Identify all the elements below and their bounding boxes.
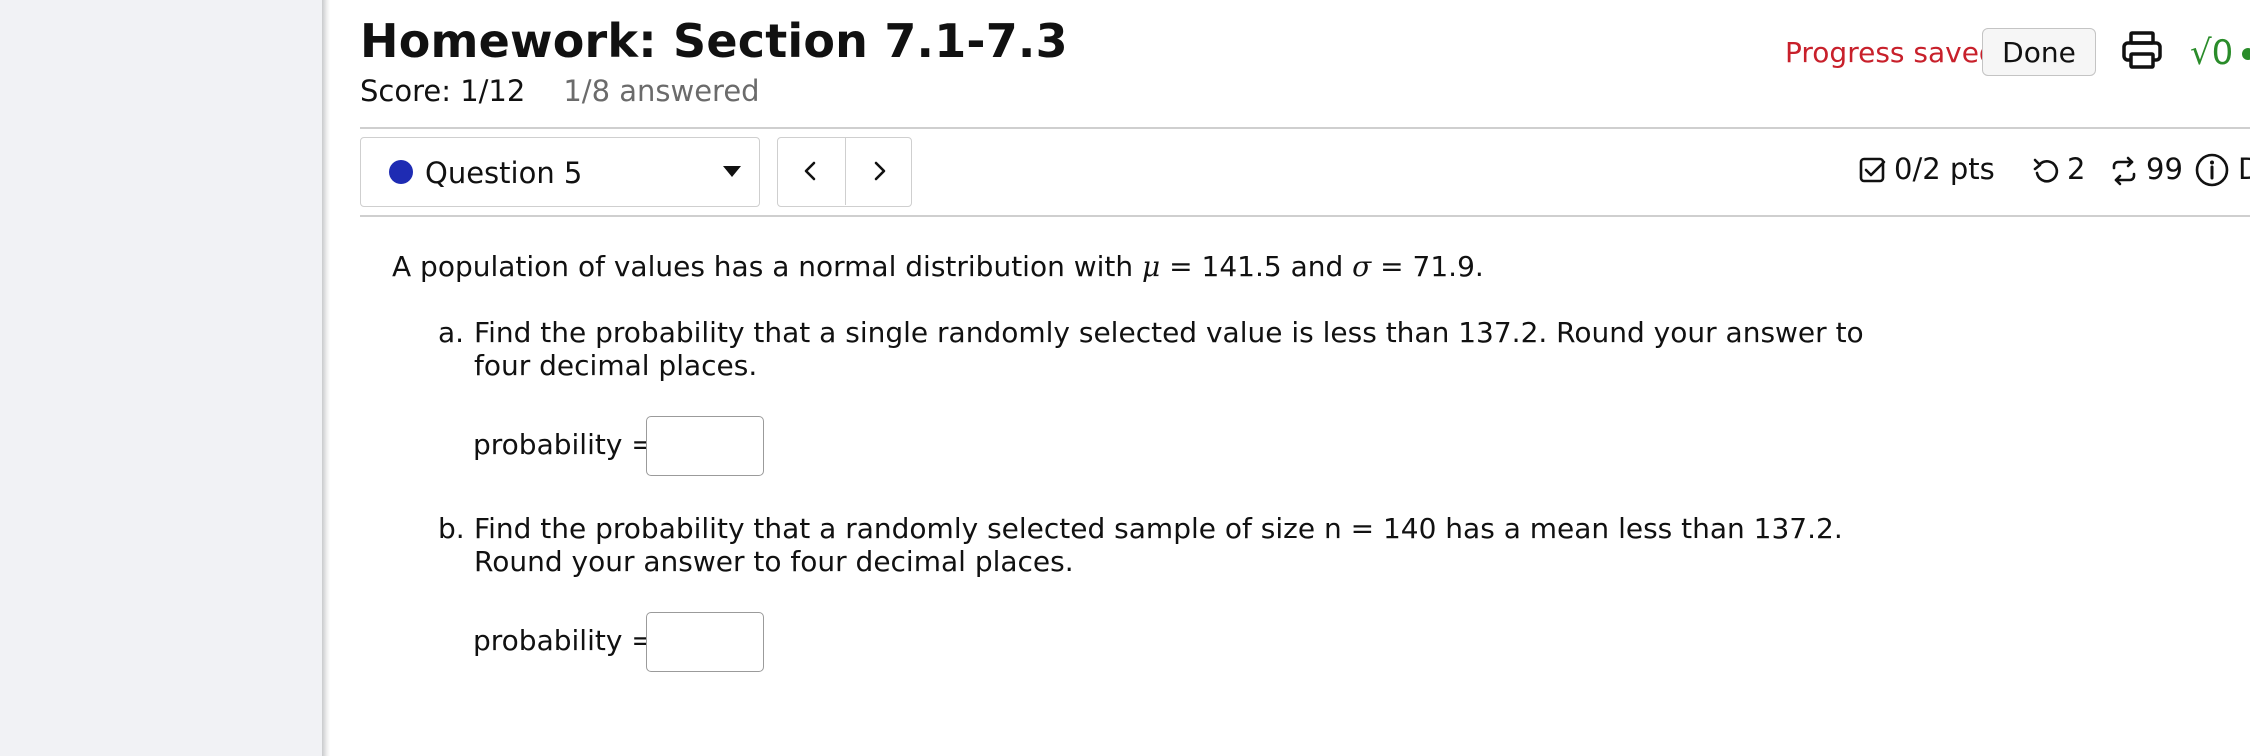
details-link[interactable]: Details	[2238, 152, 2250, 186]
sigma-value: = 71.9.	[1371, 250, 1484, 283]
next-question-button[interactable]	[845, 138, 911, 205]
part-b-input-label: probability =	[473, 624, 655, 657]
previous-question-button[interactable]	[778, 138, 844, 205]
question-select-label: Question 5	[425, 156, 583, 190]
part-a-line-1: Find the probability that a single rando…	[474, 316, 1864, 349]
sqrt-label: √0	[2190, 33, 2233, 73]
chevron-right-icon	[874, 161, 886, 181]
part-b-letter: b.	[438, 512, 465, 545]
part-b-probability-input[interactable]	[646, 612, 764, 672]
part-a-line-2: four decimal places.	[474, 349, 758, 382]
part-a-input-label: probability =	[473, 428, 655, 461]
retry-icon	[2033, 158, 2059, 183]
attempts-count: 99	[2146, 152, 2183, 186]
chevron-left-icon	[804, 161, 816, 181]
intro-prefix: A population of values has a normal dist…	[392, 250, 1143, 283]
points-text: 0/2 pts	[1894, 152, 1995, 186]
question-nav-group	[777, 137, 912, 207]
score-row: Score: 1/12 1/8 answered	[360, 74, 760, 108]
retries-count: 2	[2067, 152, 2086, 186]
part-a-probability-input[interactable]	[646, 416, 764, 476]
main-content: Homework: Section 7.1-7.3 Score: 1/12 1/8…	[330, 0, 2250, 756]
toolbar-divider	[360, 215, 2250, 217]
attempts-icon	[2112, 156, 2136, 186]
mu-symbol: μ	[1142, 250, 1161, 283]
part-b-text: Find the probability that a randomly sel…	[474, 512, 1843, 578]
part-a-text: Find the probability that a single rando…	[474, 316, 1864, 382]
header-divider	[360, 127, 2250, 129]
info-icon[interactable]	[2194, 152, 2230, 188]
part-b-line-1: Find the probability that a randomly sel…	[474, 512, 1843, 545]
checkbox-points-icon	[1859, 157, 1886, 183]
question-status-dot	[389, 160, 413, 184]
page-title: Homework: Section 7.1-7.3	[360, 14, 1068, 68]
question-select[interactable]: Question 5	[360, 137, 760, 207]
progress-status: Progress saved	[1785, 36, 1997, 69]
mu-value: = 141.5 and	[1160, 250, 1353, 283]
math-palette-icon[interactable]: √0	[2190, 30, 2250, 74]
question-intro: A population of values has a normal dist…	[392, 250, 1484, 283]
left-gutter	[0, 0, 322, 756]
print-icon[interactable]	[2120, 28, 2164, 72]
done-button[interactable]: Done	[1982, 28, 2096, 76]
gutter-shadow	[322, 0, 330, 756]
caret-down-icon	[723, 166, 741, 177]
answered-count: 1/8 answered	[563, 74, 760, 108]
part-b-line-2: Round your answer to four decimal places…	[474, 545, 1074, 578]
sigma-symbol: σ	[1352, 250, 1372, 283]
score-text: Score: 1/12	[360, 74, 526, 108]
part-a-letter: a.	[438, 316, 465, 349]
